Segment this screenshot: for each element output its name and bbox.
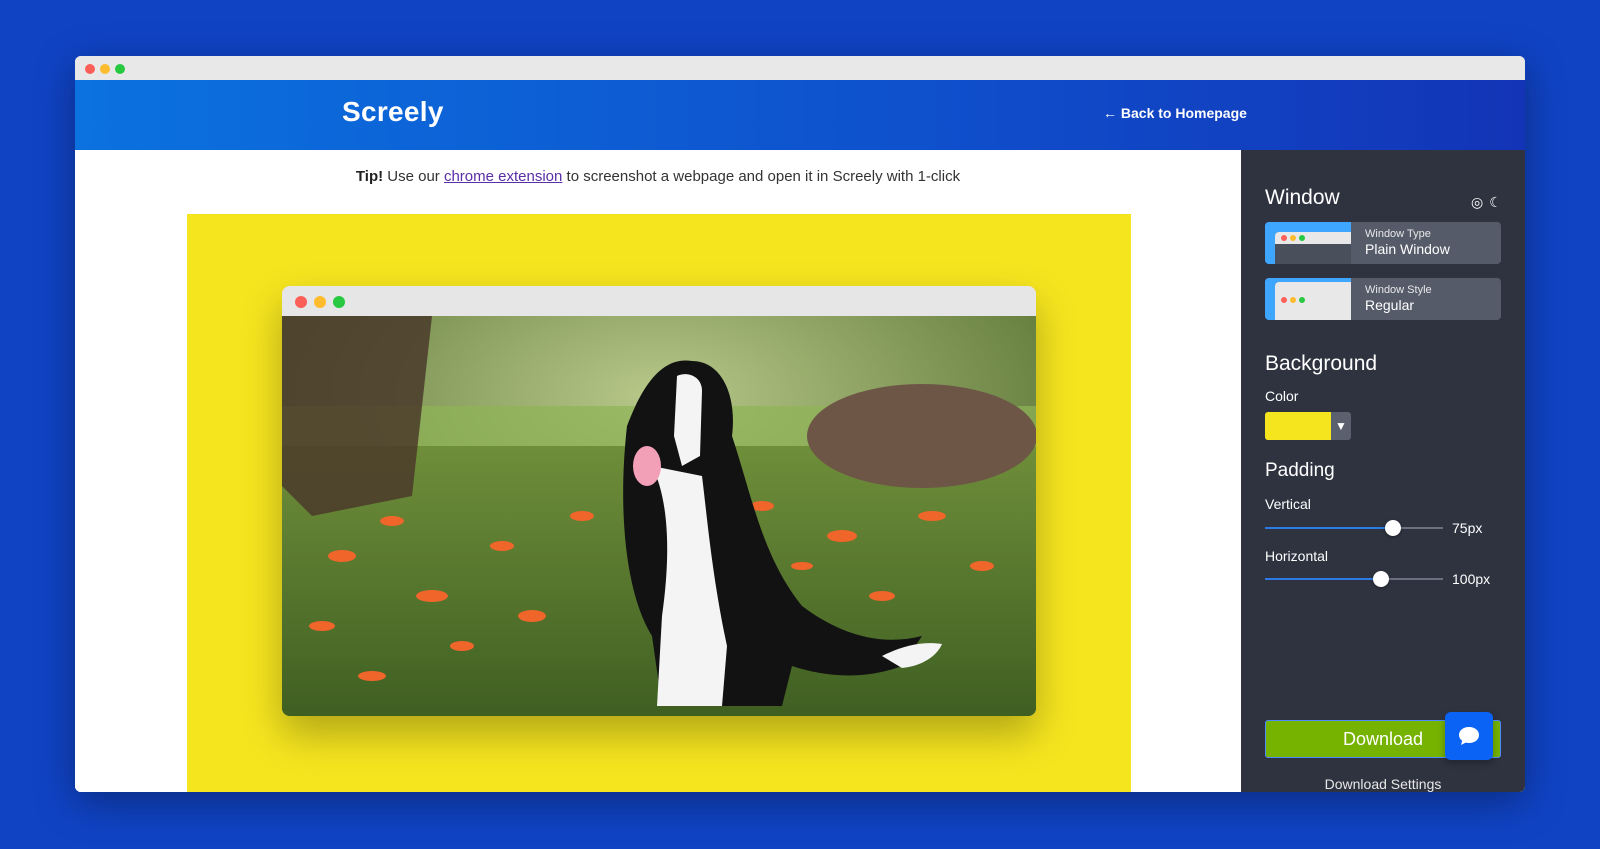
color-label: Color	[1265, 388, 1299, 404]
chevron-down-icon: ▼	[1335, 419, 1347, 433]
window-type-label: Window Type	[1365, 228, 1431, 240]
window-type-thumbnail	[1265, 222, 1351, 264]
horizontal-label: Horizontal	[1265, 548, 1329, 564]
preview-window	[282, 286, 1036, 716]
vertical-slider-thumb[interactable]	[1385, 520, 1401, 536]
dog-photo-icon	[282, 316, 1036, 716]
window-style-selector[interactable]: Window Style Regular	[1265, 278, 1501, 320]
window-type-selector[interactable]: Window Type Plain Window	[1265, 222, 1501, 264]
chat-bubble-icon	[1459, 727, 1479, 745]
preview-close-dot-icon	[295, 296, 307, 308]
settings-sidebar: Window ◎ ☾ Window Type Plain Window Windo…	[1241, 150, 1525, 792]
horizontal-slider[interactable]	[1265, 571, 1443, 587]
preview-maximize-dot-icon	[333, 296, 345, 308]
window-type-value: Plain Window	[1365, 241, 1450, 257]
vertical-value: 75px	[1452, 520, 1483, 536]
back-to-homepage-link[interactable]: ← Back to Homepage	[1103, 105, 1247, 121]
close-dot-icon[interactable]	[85, 64, 95, 74]
horizontal-slider-fill	[1265, 578, 1381, 580]
window-style-label: Window Style	[1365, 284, 1432, 296]
vertical-slider-fill	[1265, 527, 1393, 529]
browser-titlebar	[75, 56, 1525, 80]
chat-button[interactable]	[1445, 712, 1493, 760]
moon-icon[interactable]: ☾	[1489, 194, 1502, 210]
theme-icons: ◎ ☾	[1465, 194, 1502, 211]
color-picker[interactable]: ▼	[1265, 412, 1351, 440]
horizontal-slider-thumb[interactable]	[1373, 571, 1389, 587]
padding-section-title: Padding	[1265, 460, 1335, 481]
window-style-thumbnail	[1265, 278, 1351, 320]
tip-after-link: to screenshot a webpage and open it in S…	[562, 168, 961, 185]
background-section-title: Background	[1265, 352, 1378, 375]
maximize-dot-icon[interactable]	[115, 64, 125, 74]
site-header: Screely ← Back to Homepage	[75, 80, 1525, 150]
preview-window-titlebar	[282, 286, 1036, 316]
preview-canvas	[187, 214, 1131, 792]
chrome-extension-link[interactable]: chrome extension	[444, 168, 562, 185]
horizontal-value: 100px	[1452, 571, 1491, 587]
minimize-dot-icon[interactable]	[100, 64, 110, 74]
main-area: Tip! Use our chrome extension to screens…	[75, 150, 1241, 792]
window-style-value: Regular	[1365, 297, 1415, 313]
vertical-label: Vertical	[1265, 496, 1311, 512]
vertical-slider[interactable]	[1265, 520, 1443, 536]
dog-photo-image	[282, 316, 1036, 716]
window-section-title: Window	[1265, 186, 1340, 209]
colors-icon[interactable]: ◎	[1471, 194, 1483, 210]
tip-before-link: Use our	[383, 168, 444, 185]
browser-window: Screely ← Back to Homepage Tip! Use our …	[75, 56, 1525, 792]
tip-prefix: Tip!	[355, 168, 384, 185]
preview-minimize-dot-icon	[314, 296, 326, 308]
color-swatch	[1265, 412, 1331, 440]
tip-text: Tip! Use our chrome extension to screens…	[75, 168, 1241, 185]
logo[interactable]: Screely	[342, 96, 444, 128]
download-settings-link[interactable]: Download Settings	[1265, 776, 1501, 792]
